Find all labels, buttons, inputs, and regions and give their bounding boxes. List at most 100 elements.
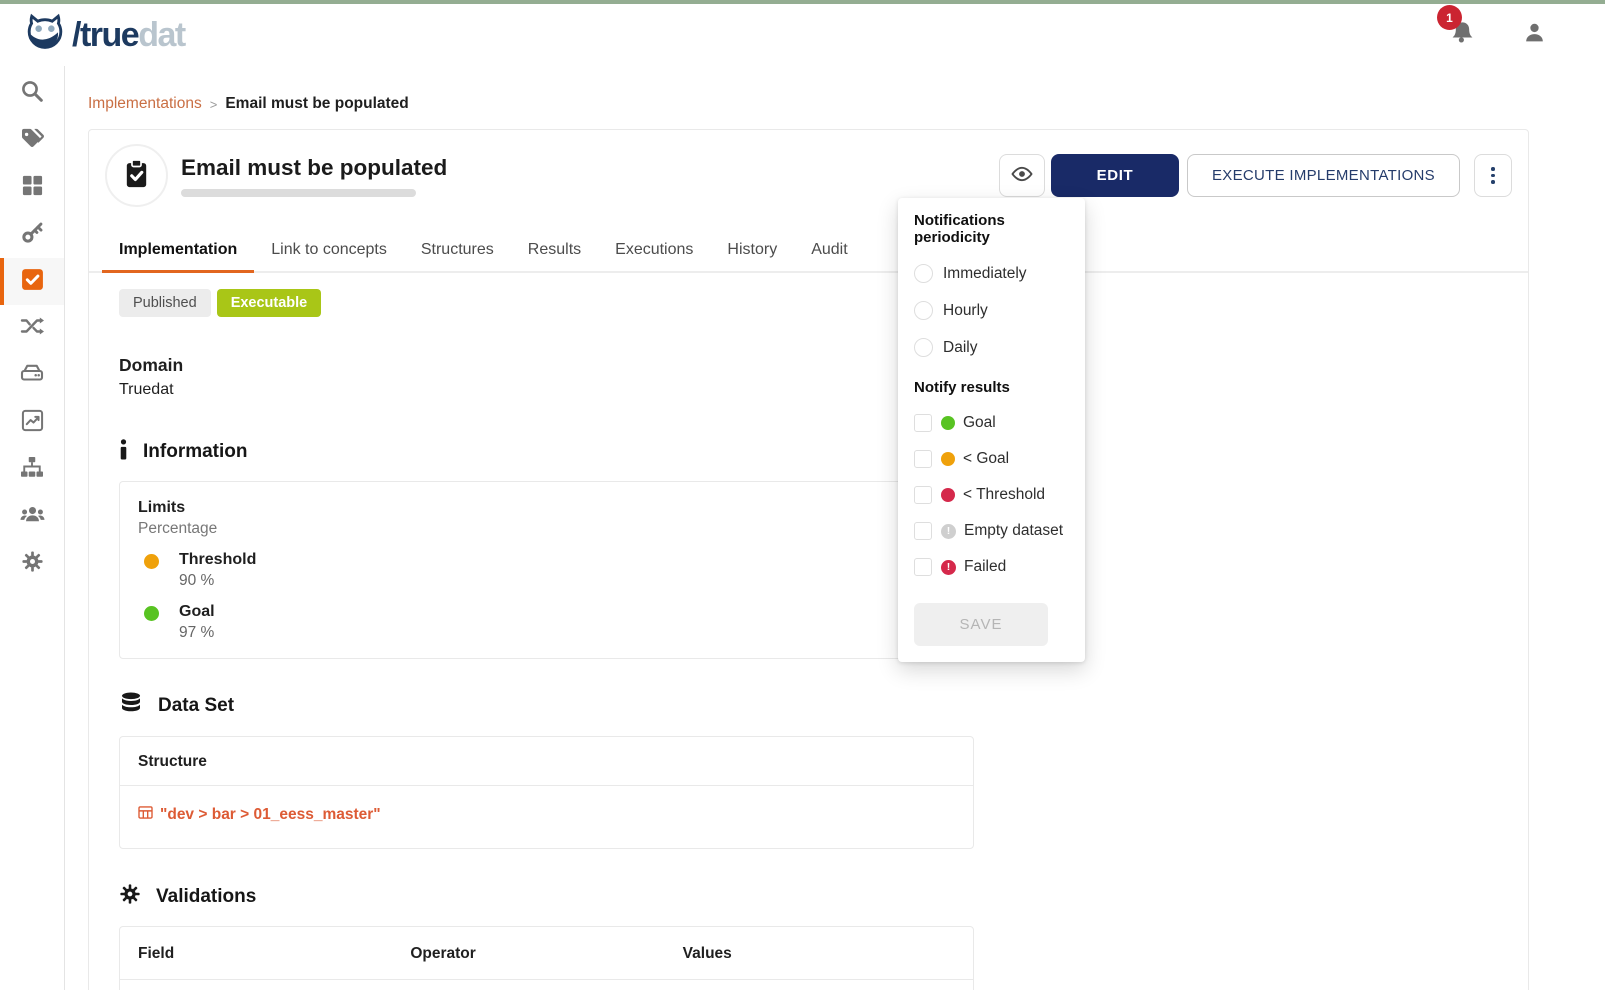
table-icon: [138, 806, 153, 824]
checkbox-icon[interactable]: [914, 522, 932, 540]
checkbox-goal[interactable]: Goal: [914, 414, 1070, 432]
tab-executions[interactable]: Executions: [598, 231, 710, 273]
breadcrumb-separator: >: [210, 97, 218, 112]
structure-link[interactable]: "dev > bar > 01_eess_master": [138, 806, 955, 824]
under-goal-status-dot: [941, 452, 955, 466]
information-section-heading: Information: [119, 439, 1528, 465]
checkbox-under-threshold[interactable]: < Threshold: [914, 486, 1070, 504]
gear-icon: [119, 883, 141, 910]
eye-icon: [1010, 162, 1034, 189]
status-badge-published: Published: [119, 289, 211, 317]
goal-label: Goal: [179, 603, 215, 621]
database-icon: [119, 691, 143, 720]
empty-dataset-exclamation-icon: !: [941, 524, 956, 539]
column-field: Field: [138, 945, 410, 979]
radio-icon[interactable]: [914, 264, 933, 283]
sidebar-item-data-sources[interactable]: [0, 352, 64, 399]
implementation-avatar: [105, 144, 168, 207]
app-header: /truedat 1: [0, 4, 1605, 66]
checkbox-icon[interactable]: [914, 414, 932, 432]
shuffle-icon: [20, 314, 44, 343]
user-icon: [1522, 32, 1547, 49]
gear-icon: [21, 550, 44, 578]
save-button[interactable]: SAVE: [914, 603, 1048, 646]
structure-card-title: Structure: [138, 753, 955, 785]
clipboard-check-icon: [121, 158, 152, 194]
checkbox-empty-dataset[interactable]: ! Empty dataset: [914, 522, 1070, 540]
sidebar-item-user-groups[interactable]: [0, 493, 64, 540]
goal-status-dot: [941, 416, 955, 430]
sidebar-item-domains[interactable]: [0, 446, 64, 493]
sidebar-item-dashboards[interactable]: [0, 399, 64, 446]
structure-card: Structure "dev > bar > 01_eess_master": [119, 736, 974, 849]
tab-results[interactable]: Results: [511, 231, 598, 273]
domain-block: Domain Truedat: [119, 355, 1528, 399]
sidebar-item-search[interactable]: [0, 70, 64, 117]
users-icon: [20, 502, 45, 532]
column-operator: Operator: [410, 945, 682, 979]
tab-audit[interactable]: Audit: [794, 231, 864, 273]
logo-text-primary: /true: [72, 16, 138, 54]
periodicity-title: Notifications periodicity: [914, 212, 1070, 246]
user-menu-button[interactable]: [1522, 20, 1547, 50]
radio-daily[interactable]: Daily: [914, 338, 1070, 357]
hard-drive-icon: [20, 361, 44, 390]
title-underline-bar: [181, 189, 416, 197]
tab-history[interactable]: History: [710, 231, 794, 273]
domain-value: Truedat: [119, 381, 1528, 399]
limits-card: Limits Percentage Threshold 90 % Goal: [119, 481, 974, 659]
breadcrumb-current: Email must be populated: [225, 95, 408, 113]
sidebar-item-lineage[interactable]: [0, 305, 64, 352]
sidebar: [0, 66, 65, 990]
threshold-value: 90 %: [179, 572, 256, 590]
limit-goal: Goal 97 %: [138, 603, 955, 642]
failed-exclamation-icon: !: [941, 560, 956, 575]
tags-icon: [20, 126, 44, 155]
goal-dot: [144, 606, 159, 621]
radio-hourly[interactable]: Hourly: [914, 301, 1070, 320]
under-threshold-status-dot: [941, 488, 955, 502]
goal-value: 97 %: [179, 624, 215, 642]
sidebar-item-modules[interactable]: [0, 164, 64, 211]
radio-immediately[interactable]: Immediately: [914, 264, 1070, 283]
checkbox-icon[interactable]: [914, 558, 932, 576]
owl-logo-icon: [22, 10, 68, 61]
page: /truedat 1: [0, 0, 1605, 990]
tab-structures[interactable]: Structures: [404, 231, 511, 273]
logo-text: /truedat: [72, 18, 185, 52]
radio-icon[interactable]: [914, 338, 933, 357]
tab-implementation[interactable]: Implementation: [102, 231, 254, 273]
sidebar-item-quality[interactable]: [0, 258, 64, 305]
tab-link-to-concepts[interactable]: Link to concepts: [254, 231, 404, 273]
divider: [120, 979, 973, 980]
status-badges: Published Executable: [119, 289, 1528, 317]
checkbox-failed[interactable]: ! Failed: [914, 558, 1070, 576]
sidebar-item-permissions[interactable]: [0, 211, 64, 258]
checkbox-icon[interactable]: [914, 450, 932, 468]
grid-icon: [21, 174, 44, 202]
notifications-popover: Notifications periodicity Immediately Ho…: [898, 198, 1085, 662]
more-options-button[interactable]: [1474, 154, 1512, 197]
limits-title: Limits: [138, 499, 955, 517]
kebab-icon: [1491, 167, 1495, 171]
breadcrumb-implementations-link[interactable]: Implementations: [88, 95, 202, 113]
radio-icon[interactable]: [914, 301, 933, 320]
divider: [120, 785, 973, 786]
validations-section-heading: Validations: [119, 883, 1528, 910]
sidebar-item-tags[interactable]: [0, 117, 64, 164]
sidebar-item-settings[interactable]: [0, 540, 64, 587]
threshold-dot: [144, 554, 159, 569]
notify-results-title: Notify results: [914, 379, 1070, 396]
checkbox-icon[interactable]: [914, 486, 932, 504]
notifications-bell-button[interactable]: 1: [1449, 19, 1476, 51]
key-icon: [21, 221, 44, 249]
edit-button[interactable]: EDIT: [1051, 154, 1179, 197]
validations-card: Field Operator Values "email1" "is not e…: [119, 926, 974, 990]
dataset-title: Data Set: [158, 695, 234, 717]
checkbox-under-goal[interactable]: < Goal: [914, 450, 1070, 468]
execute-implementations-button[interactable]: EXECUTE IMPLEMENTATIONS: [1187, 154, 1460, 197]
threshold-label: Threshold: [179, 551, 256, 569]
bell-icon: [1449, 33, 1476, 50]
preview-button[interactable]: [999, 154, 1045, 197]
truedat-logo[interactable]: /truedat: [22, 10, 185, 61]
